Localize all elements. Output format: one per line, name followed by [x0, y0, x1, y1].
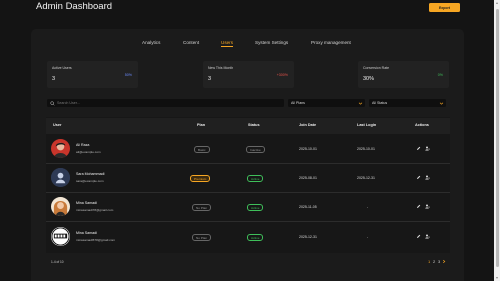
status-badge: Active — [247, 175, 264, 183]
column-header-user: User — [53, 123, 62, 127]
edit-icon[interactable] — [416, 234, 421, 239]
tab-users[interactable]: Users — [221, 40, 233, 47]
avatar — [51, 139, 70, 158]
manage-user-icon[interactable] — [425, 146, 430, 151]
search-input[interactable]: Search User... — [47, 99, 284, 107]
search-placeholder: Search User... — [57, 100, 80, 105]
plan-badge: No Plan — [192, 234, 212, 242]
manage-user-icon[interactable] — [425, 175, 430, 180]
last-login: - — [367, 235, 369, 239]
column-header-actions: Actions — [415, 123, 429, 127]
avatar — [51, 168, 70, 187]
pagination-count: 1-4 of 10 — [51, 260, 64, 264]
last-login: - — [367, 205, 369, 209]
user-name: Mina Samadi — [76, 201, 97, 205]
join-date: 2025-10-01 — [299, 147, 317, 151]
tab-system-settings[interactable]: System Settings — [255, 40, 288, 45]
export-button[interactable]: Export — [429, 3, 460, 12]
status-badge: Active — [247, 234, 264, 242]
join-date: 2025-11-05 — [299, 205, 317, 209]
users-table — [46, 117, 450, 253]
column-header-status: Status — [248, 123, 260, 127]
plan-badge: Premium — [190, 175, 211, 183]
column-header-last-login: Last Login — [357, 123, 377, 127]
row-divider — [46, 192, 450, 193]
search-icon — [50, 100, 55, 105]
scroll-up-arrow[interactable] — [495, 2, 498, 4]
join-date: 2025-08-01 — [299, 176, 317, 180]
user-name: Ali Raza — [76, 143, 90, 147]
scrollbar[interactable] — [494, 0, 500, 281]
chevron-down-icon — [439, 102, 444, 105]
stat-card-active-users: Active Users 3 50% — [47, 61, 138, 88]
stat-change: +300% — [276, 73, 288, 77]
page-3-button[interactable]: 3 — [438, 259, 440, 264]
column-header-plan: Plan — [197, 123, 206, 127]
last-login: 2025-10-01 — [357, 147, 375, 151]
user-email: minasamadi78@gmail.com — [76, 208, 114, 212]
user-name: Sara Mohammadi — [76, 172, 105, 176]
status-select-value: All Status — [372, 100, 388, 105]
row-divider — [46, 221, 450, 222]
stat-change: 50% — [124, 73, 132, 77]
plan-badge: Basic — [194, 146, 210, 154]
stat-change: 0% — [437, 73, 443, 77]
user-name: Mina Samadi — [76, 231, 97, 235]
stat-value: 3 — [52, 76, 56, 82]
column-header-join-date: Join Date — [299, 123, 317, 127]
stat-label: New This Month — [208, 66, 234, 70]
status-select[interactable]: All Status — [369, 99, 446, 107]
avatar — [51, 197, 70, 216]
tab-content[interactable]: Content — [183, 40, 199, 45]
edit-icon[interactable] — [416, 146, 421, 151]
plan-select-value: All Plans — [291, 100, 305, 105]
chevron-down-icon — [358, 102, 363, 105]
user-email: sara@example.com — [76, 179, 104, 183]
edit-icon[interactable] — [416, 204, 421, 209]
page-2-button[interactable]: 2 — [433, 259, 435, 264]
plan-badge: No Plan — [192, 204, 212, 212]
last-login: 2025-12-31 — [357, 176, 375, 180]
tab-proxy-management[interactable]: Proxy management — [311, 40, 351, 45]
stat-value: 3 — [208, 76, 212, 82]
scrollbar-thumb[interactable] — [495, 9, 499, 267]
scroll-down-arrow[interactable] — [495, 277, 498, 279]
user-email: ali@example.com — [76, 150, 101, 154]
edit-icon[interactable] — [416, 175, 421, 180]
tab-bar: Analytics Content Users System Settings … — [0, 40, 500, 48]
stat-label: Active Users — [52, 66, 72, 70]
stat-label: Conversion Rate — [363, 66, 390, 70]
plan-select[interactable]: All Plans — [288, 99, 365, 107]
join-date: 2025-12-31 — [299, 235, 317, 239]
manage-user-icon[interactable] — [425, 204, 430, 209]
status-badge: Inactive — [246, 146, 265, 154]
user-email: minasamadi578@gmail.com — [76, 238, 116, 242]
row-divider — [46, 163, 450, 164]
chevron-right-icon[interactable] — [442, 259, 446, 264]
stat-value: 30% — [363, 76, 375, 82]
status-badge: Active — [247, 204, 264, 212]
avatar — [51, 227, 70, 246]
manage-user-icon[interactable] — [425, 234, 430, 239]
stat-card-new-this-month: New This Month 3 +300% — [203, 61, 294, 88]
stat-card-conversion-rate: Conversion Rate 30% 0% — [358, 61, 449, 88]
page-title: Admin Dashboard — [36, 1, 113, 12]
tab-analytics[interactable]: Analytics — [142, 40, 160, 45]
page-1-button[interactable]: 1 — [428, 259, 430, 264]
